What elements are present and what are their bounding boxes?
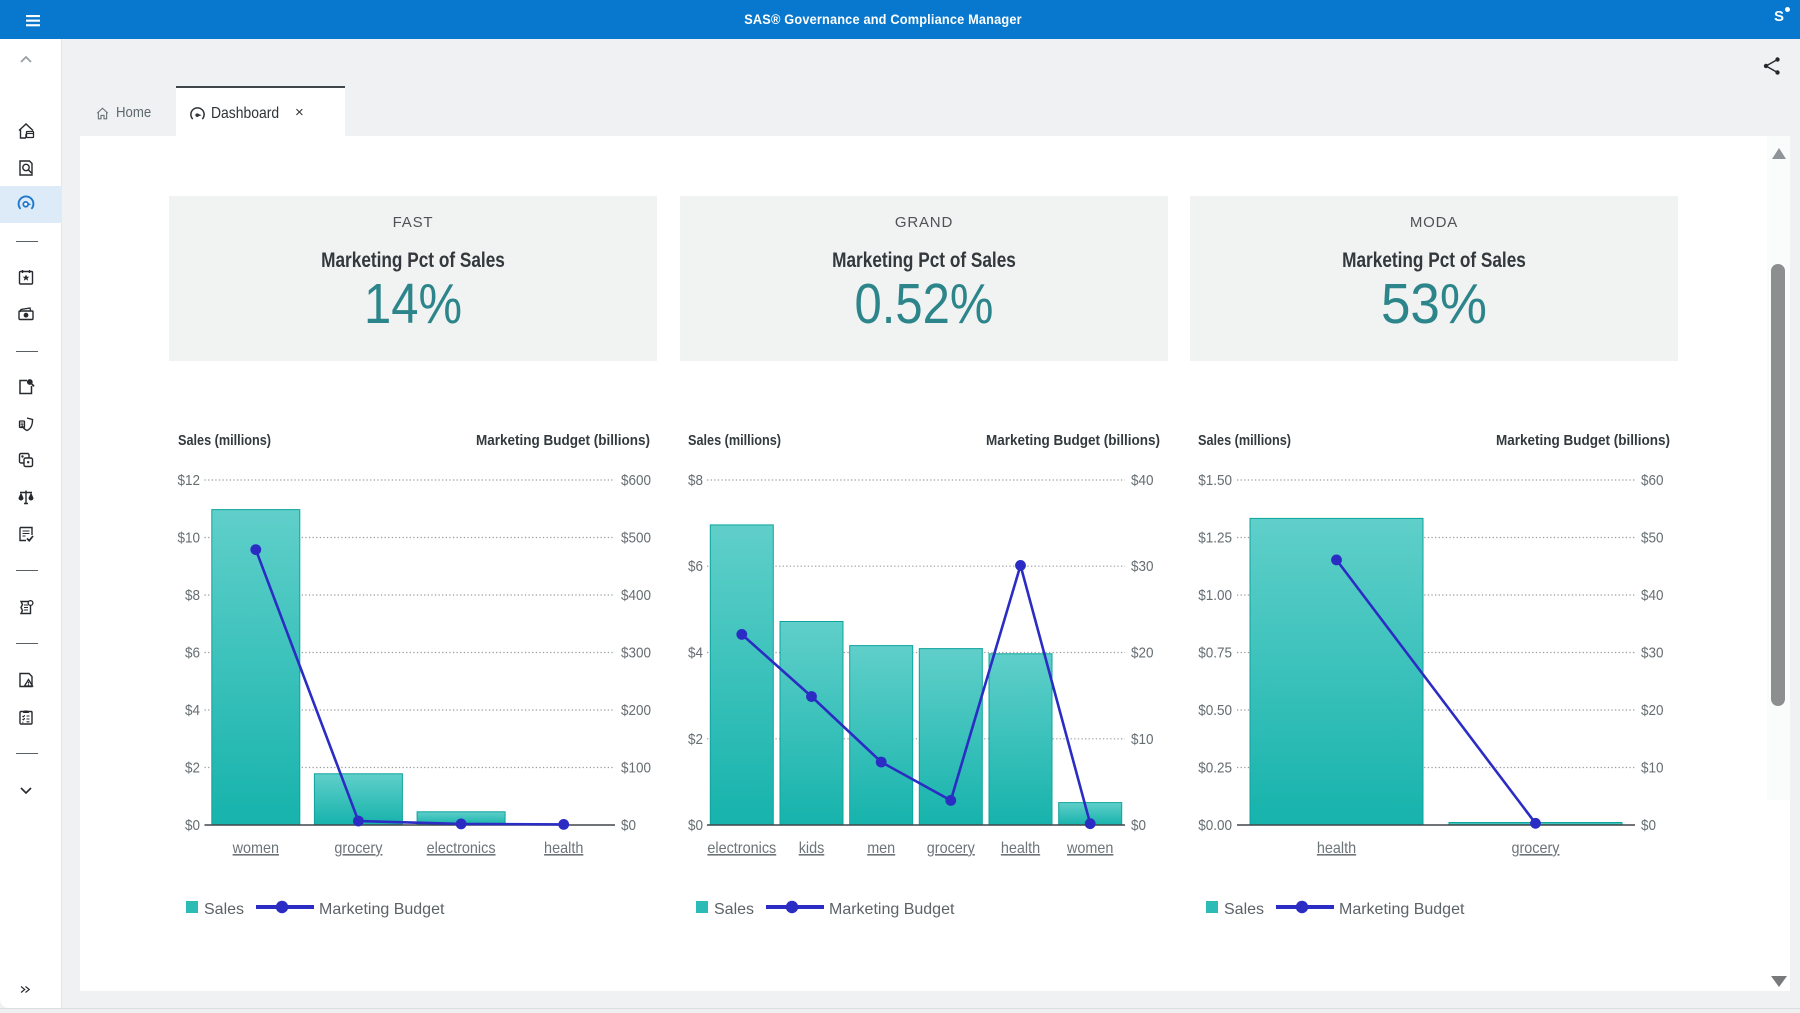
svg-text:$8: $8: [185, 587, 200, 604]
svg-text:$0.25: $0.25: [1198, 760, 1232, 777]
svg-text:health: health: [1317, 840, 1356, 857]
svg-text:$30: $30: [1641, 645, 1664, 662]
svg-text:$300: $300: [621, 645, 651, 662]
svg-text:women: women: [1066, 840, 1113, 857]
svg-text:men: men: [867, 840, 895, 857]
svg-text:grocery: grocery: [927, 840, 975, 857]
svg-text:$400: $400: [621, 587, 651, 604]
svg-text:$6: $6: [688, 558, 703, 575]
svg-text:Sales (millions): Sales (millions): [178, 432, 271, 449]
svg-text:grocery: grocery: [1512, 840, 1560, 857]
svg-text:electronics: electronics: [427, 840, 496, 857]
svg-text:Marketing Budget: Marketing Budget: [1339, 901, 1465, 918]
svg-text:health: health: [1001, 840, 1040, 857]
svg-text:$10: $10: [1641, 760, 1664, 777]
svg-text:Sales: Sales: [1224, 901, 1264, 918]
svg-text:$60: $60: [1641, 472, 1664, 489]
svg-text:Sales (millions): Sales (millions): [1198, 432, 1291, 449]
svg-text:Marketing Budget: Marketing Budget: [829, 901, 955, 918]
svg-text:Sales: Sales: [204, 901, 244, 918]
svg-text:$200: $200: [621, 702, 651, 719]
svg-text:$6: $6: [185, 645, 200, 662]
svg-text:$0.75: $0.75: [1198, 645, 1232, 662]
svg-text:women: women: [232, 840, 279, 857]
svg-text:Marketing Budget (billions): Marketing Budget (billions): [476, 432, 650, 449]
svg-text:$20: $20: [1131, 645, 1154, 662]
svg-text:$2: $2: [688, 731, 703, 748]
svg-text:$0: $0: [621, 817, 636, 834]
svg-text:$30: $30: [1131, 558, 1154, 575]
svg-text:$2: $2: [185, 760, 200, 777]
svg-text:$8: $8: [688, 472, 703, 489]
svg-text:grocery: grocery: [334, 840, 382, 857]
svg-text:$40: $40: [1131, 472, 1154, 489]
svg-text:$40: $40: [1641, 587, 1664, 604]
svg-text:$1.50: $1.50: [1198, 472, 1232, 489]
svg-text:$0: $0: [1131, 817, 1146, 834]
svg-text:$500: $500: [621, 530, 651, 547]
svg-text:electronics: electronics: [707, 840, 776, 857]
svg-text:$100: $100: [621, 760, 651, 777]
svg-text:$600: $600: [621, 472, 651, 489]
svg-text:Sales (millions): Sales (millions): [688, 432, 781, 449]
svg-text:Marketing Budget (billions): Marketing Budget (billions): [1496, 432, 1670, 449]
svg-text:Sales: Sales: [714, 901, 754, 918]
svg-text:$10: $10: [1131, 731, 1154, 748]
svg-text:Marketing Budget: Marketing Budget: [319, 901, 445, 918]
svg-text:$0: $0: [1641, 817, 1656, 834]
svg-text:$12: $12: [178, 472, 201, 489]
svg-text:$4: $4: [688, 645, 703, 662]
svg-text:$20: $20: [1641, 702, 1664, 719]
svg-text:$50: $50: [1641, 530, 1664, 547]
svg-text:$0: $0: [688, 817, 703, 834]
svg-text:kids: kids: [799, 840, 825, 857]
svg-text:$4: $4: [185, 702, 200, 719]
svg-text:$1.25: $1.25: [1198, 530, 1232, 547]
svg-text:$0: $0: [185, 817, 200, 834]
svg-text:$0.00: $0.00: [1198, 817, 1232, 834]
svg-text:Marketing Budget (billions): Marketing Budget (billions): [986, 432, 1160, 449]
svg-text:$0.50: $0.50: [1198, 702, 1232, 719]
svg-text:$1.00: $1.00: [1198, 587, 1232, 604]
svg-text:health: health: [544, 840, 583, 857]
svg-text:$10: $10: [178, 530, 201, 547]
